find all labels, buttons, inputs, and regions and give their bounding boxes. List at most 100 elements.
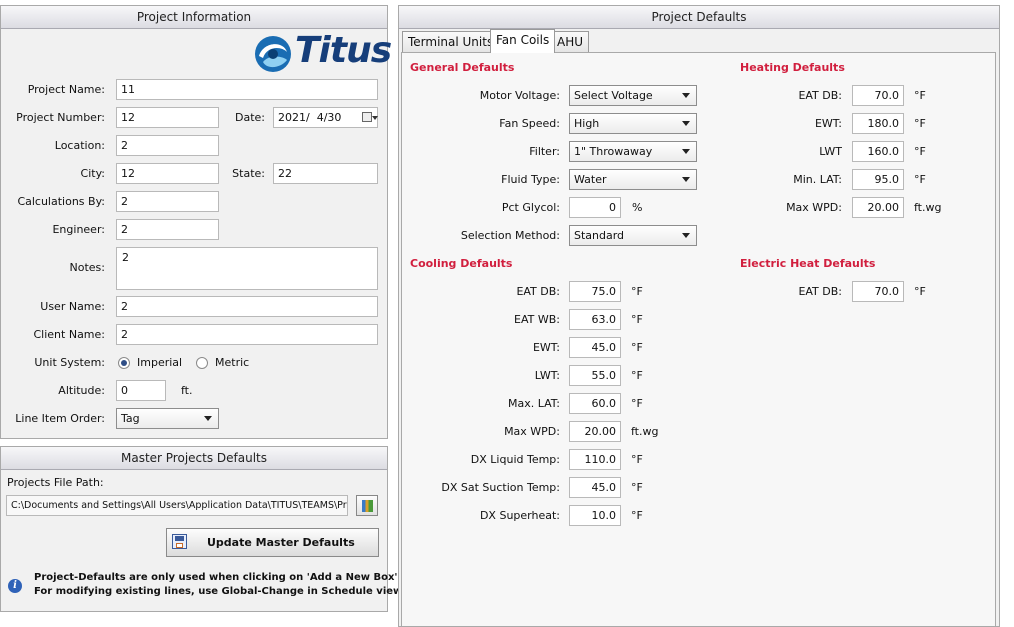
imperial-label[interactable]: Imperial xyxy=(137,353,182,373)
cooling-row-unit: °F xyxy=(631,341,643,354)
pct-glycol-input[interactable] xyxy=(569,197,621,218)
project-name-input[interactable] xyxy=(116,79,378,100)
cooling-row-label: Max. LAT: xyxy=(507,397,560,410)
cooling-defaults-title: Cooling Defaults xyxy=(410,257,513,270)
cooling-row-unit: ft.wg xyxy=(631,425,659,438)
unit-system-label: Unit System: xyxy=(34,356,105,369)
heating-row-input[interactable] xyxy=(852,169,904,190)
metric-label[interactable]: Metric xyxy=(215,353,249,373)
fluid-type-select[interactable]: Water xyxy=(569,169,697,190)
pct-glycol-label: Pct Glycol: xyxy=(501,201,560,214)
cooling-row-input[interactable] xyxy=(569,393,621,414)
info-text-line2: For modifying existing lines, use Global… xyxy=(34,586,406,597)
engineer-input[interactable] xyxy=(116,219,219,240)
cooling-row-unit: °F xyxy=(631,481,643,494)
date-value: 2021/ 4/30 xyxy=(278,111,342,124)
heating-row-unit: ft.wg xyxy=(914,201,942,214)
cooling-row-label: Max WPD: xyxy=(504,425,560,438)
motor-voltage-value: Select Voltage xyxy=(574,89,653,102)
general-defaults-title: General Defaults xyxy=(410,61,515,74)
imperial-radio[interactable] xyxy=(118,357,130,369)
cooling-row-unit: °F xyxy=(631,397,643,410)
user-name-label: User Name: xyxy=(40,300,105,313)
tab-terminal-units[interactable]: Terminal Units xyxy=(402,31,500,52)
cooling-row-label: EAT WB: xyxy=(514,313,560,326)
chevron-down-icon xyxy=(204,416,212,421)
chevron-down-icon xyxy=(682,93,690,98)
selection-method-select[interactable]: Standard xyxy=(569,225,697,246)
project-name-label: Project Name: xyxy=(27,83,105,96)
calendar-chevron-down-icon xyxy=(372,116,378,120)
cooling-row-unit: °F xyxy=(631,369,643,382)
heating-row-unit: °F xyxy=(914,145,926,158)
calculations-by-input[interactable] xyxy=(116,191,219,212)
metric-radio[interactable] xyxy=(196,357,208,369)
calendar-dropdown-icon[interactable] xyxy=(362,112,372,122)
master-projects-defaults-panel: Master Projects Defaults Projects File P… xyxy=(0,446,405,612)
motor-voltage-select[interactable]: Select Voltage xyxy=(569,85,697,106)
filter-value: 1" Throwaway xyxy=(574,145,653,158)
tab-ahu[interactable]: AHU xyxy=(551,31,590,52)
electric-heat-row-unit: °F xyxy=(914,285,926,298)
update-master-defaults-label: Update Master Defaults xyxy=(207,536,355,549)
info-text-line1: Project-Defaults are only used when clic… xyxy=(34,572,402,583)
browse-folder-button[interactable] xyxy=(356,495,378,516)
fan-speed-value: High xyxy=(574,117,600,130)
cooling-row-input[interactable] xyxy=(569,281,621,302)
engineer-label: Engineer: xyxy=(52,223,105,236)
cooling-row-input[interactable] xyxy=(569,449,621,470)
date-label: Date: xyxy=(235,111,265,124)
cooling-row-input[interactable] xyxy=(569,421,621,442)
cooling-row-input[interactable] xyxy=(569,337,621,358)
cooling-row-input[interactable] xyxy=(569,365,621,386)
altitude-input[interactable] xyxy=(116,380,166,401)
cooling-row-input[interactable] xyxy=(569,505,621,526)
project-information-header: Project Information xyxy=(1,6,387,29)
titus-swirl-icon xyxy=(255,36,291,72)
project-number-input[interactable] xyxy=(116,107,219,128)
client-name-input[interactable] xyxy=(116,324,378,345)
user-name-input[interactable] xyxy=(116,296,378,317)
info-icon: i xyxy=(8,579,22,593)
save-disk-icon xyxy=(172,534,187,549)
titus-logo: Titus xyxy=(253,30,392,76)
fan-speed-label: Fan Speed: xyxy=(499,117,560,130)
heating-row-input[interactable] xyxy=(852,141,904,162)
state-input[interactable] xyxy=(273,163,378,184)
cooling-row-label: DX Liquid Temp: xyxy=(470,453,560,466)
fluid-type-label: Fluid Type: xyxy=(501,173,560,186)
filter-label: Filter: xyxy=(529,145,560,158)
chevron-down-icon xyxy=(682,149,690,154)
heating-row-label: EAT DB: xyxy=(798,89,842,102)
pct-glycol-unit: % xyxy=(632,201,643,214)
heating-row-label: LWT xyxy=(819,145,842,158)
projects-file-path-input[interactable]: C:\Documents and Settings\All Users\Appl… xyxy=(6,495,348,516)
heating-defaults-title: Heating Defaults xyxy=(740,61,845,74)
cooling-row-input[interactable] xyxy=(569,309,621,330)
cooling-row-input[interactable] xyxy=(569,477,621,498)
heating-row-label: EWT: xyxy=(814,117,842,130)
heating-row-input[interactable] xyxy=(852,113,904,134)
cooling-row-label: EWT: xyxy=(532,341,560,354)
selection-method-value: Standard xyxy=(574,229,625,242)
master-defaults-header: Master Projects Defaults xyxy=(1,447,387,470)
heating-row-input[interactable] xyxy=(852,85,904,106)
chevron-down-icon xyxy=(682,177,690,182)
calculations-by-label: Calculations By: xyxy=(17,195,105,208)
heating-row-unit: °F xyxy=(914,89,926,102)
filter-select[interactable]: 1" Throwaway xyxy=(569,141,697,162)
update-master-defaults-button[interactable]: Update Master Defaults xyxy=(166,528,379,557)
electric-heat-row-input[interactable] xyxy=(852,281,904,302)
date-picker[interactable]: 2021/ 4/30 xyxy=(273,107,378,128)
location-input[interactable] xyxy=(116,135,219,156)
location-label: Location: xyxy=(54,139,105,152)
tab-fan-coils[interactable]: Fan Coils xyxy=(490,29,556,53)
notes-textarea[interactable]: 2 xyxy=(116,247,378,290)
fan-speed-select[interactable]: High xyxy=(569,113,697,134)
heating-row-input[interactable] xyxy=(852,197,904,218)
chevron-down-icon xyxy=(682,121,690,126)
cooling-row-label: DX Sat Suction Temp: xyxy=(441,481,560,494)
titus-logo-text: Titus xyxy=(295,30,392,71)
city-input[interactable] xyxy=(116,163,219,184)
line-item-order-select[interactable]: Tag xyxy=(116,408,219,429)
